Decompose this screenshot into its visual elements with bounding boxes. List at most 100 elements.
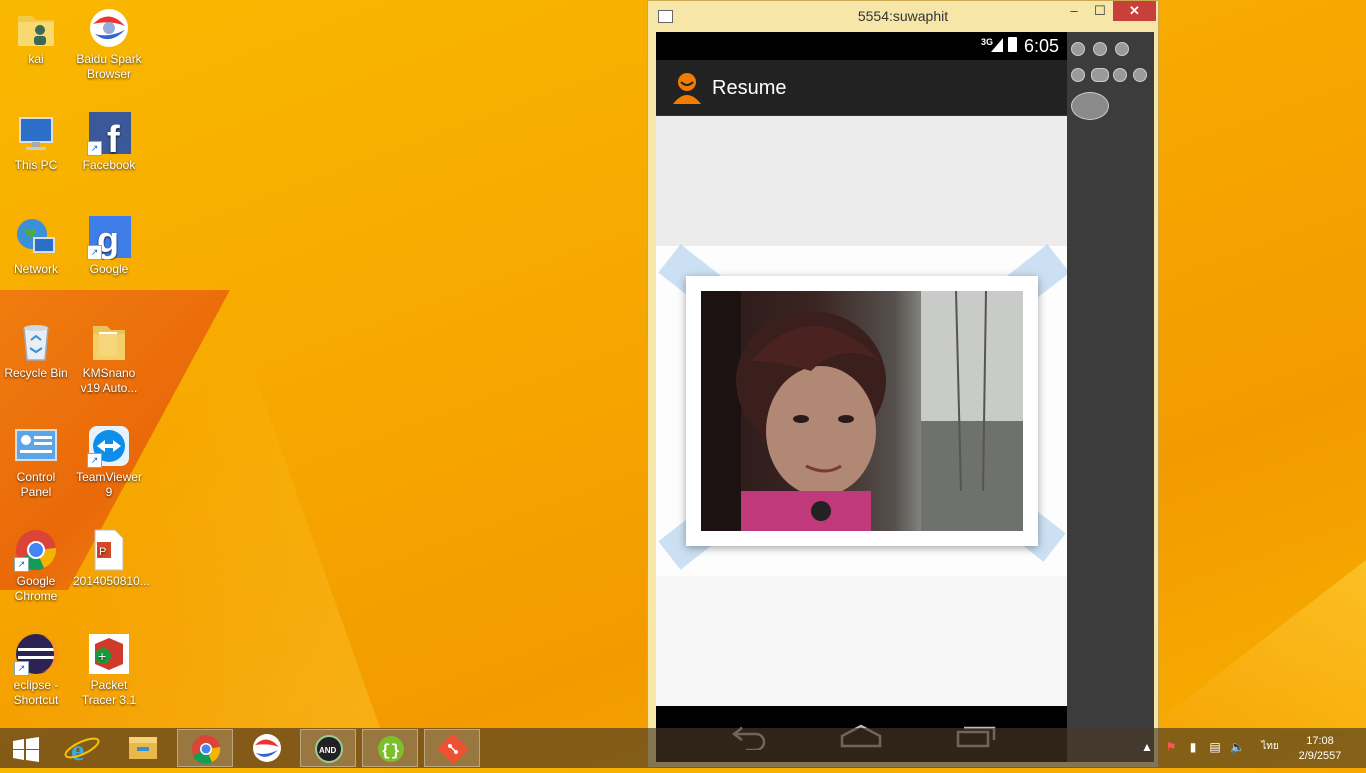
taskbar-git-app[interactable] — [424, 729, 480, 767]
search-hw-icon[interactable] — [1133, 68, 1147, 82]
status-time: 6:05 — [1024, 36, 1060, 56]
app-user-icon[interactable] — [671, 72, 703, 104]
network-status-icon[interactable]: ▤ — [1208, 740, 1222, 754]
action-center-icon[interactable]: ⚑ — [1164, 740, 1178, 754]
network-globe-icon — [14, 216, 58, 260]
desktop-icon-network[interactable]: Network — [0, 216, 72, 277]
desktop-icon-label: eclipse - Shortcut — [13, 678, 59, 707]
taskbar-clock[interactable]: 17:08 2/9/2557 — [1290, 734, 1350, 764]
computer-icon — [14, 112, 58, 156]
volume-up-icon[interactable] — [1093, 42, 1107, 56]
desktop-icon-packet-tracer[interactable]: + Packet Tracer 3.1 — [73, 632, 145, 708]
close-button[interactable]: ✕ — [1113, 1, 1156, 21]
photo-frame — [686, 276, 1038, 546]
volume-icon[interactable]: 🔈 — [1230, 740, 1245, 754]
show-hidden-icons-icon[interactable]: ▲ — [1140, 740, 1154, 754]
taskbar-internet-explorer[interactable]: e — [55, 729, 111, 767]
clock-time: 17:08 — [1306, 735, 1334, 747]
desktop-icon-label: KMSnano v19 Auto... — [80, 366, 138, 395]
start-button[interactable] — [0, 729, 50, 767]
shortcut-arrow-icon: ↗ — [87, 453, 102, 468]
profile-photo[interactable] — [701, 291, 1023, 531]
desktop-icon-label: 2014050810... — [73, 574, 150, 588]
desktop-icon-label: Google Chrome — [14, 574, 58, 603]
eclipse-icon: ↗ — [14, 632, 58, 676]
google-icon: g ↗ — [87, 216, 131, 260]
desktop-icon-teamviewer[interactable]: ↗ TeamViewer 9 — [73, 424, 145, 500]
desktop-icon-document[interactable]: P 2014050810... — [73, 528, 150, 589]
teamviewer-icon: ↗ — [87, 424, 131, 468]
minimize-button[interactable]: – — [1061, 1, 1087, 21]
shortcut-arrow-icon: ↗ — [14, 661, 29, 676]
desktop-icon-label: TeamViewer 9 — [76, 470, 142, 499]
shortcut-arrow-icon: ↗ — [87, 141, 102, 156]
app-action-bar: Resume — [656, 60, 1067, 116]
desktop-icon-facebook[interactable]: f ↗ Facebook — [73, 112, 145, 173]
power-status-icon[interactable]: ▮ — [1186, 740, 1200, 754]
facebook-icon: f ↗ — [87, 112, 131, 161]
emulator-controls-panel — [1067, 32, 1154, 762]
device-screen[interactable]: 3G 6:05 Resume — [656, 32, 1067, 762]
header-space — [656, 116, 1067, 246]
desktop-icon-label: Recycle Bin — [4, 366, 68, 380]
window-titlebar[interactable]: 5554:suwaphit – ☐ ✕ — [648, 1, 1158, 31]
desktop-icon-kai[interactable]: kai — [0, 6, 72, 67]
menu-hw-icon[interactable] — [1091, 68, 1109, 82]
volume-down-icon[interactable] — [1071, 42, 1085, 56]
shortcut-arrow-icon: ↗ — [14, 557, 29, 572]
home-hw-icon[interactable] — [1071, 68, 1085, 82]
back-hw-icon[interactable] — [1113, 68, 1127, 82]
desktop-icon-label: Baidu Spark Browser — [76, 52, 142, 81]
desktop-icon-label: Packet Tracer 3.1 — [81, 678, 137, 707]
app-title: Resume — [712, 77, 787, 99]
control-panel-icon — [14, 424, 58, 468]
taskbar: e AND {} ▲ ⚑ ▮ ▤ 🔈 ไทย 17:08 2/9/2557 — [0, 728, 1366, 768]
desktop-icon-baidu-browser[interactable]: Baidu Spark Browser — [73, 6, 145, 82]
folder-icon — [87, 320, 131, 364]
taskbar-file-explorer[interactable] — [115, 729, 171, 767]
desktop-icon-kmsnano[interactable]: KMSnano v19 Auto... — [73, 320, 145, 396]
input-language[interactable]: ไทย — [1258, 740, 1282, 754]
photo-card — [656, 244, 1067, 576]
svg-text:P: P — [99, 546, 106, 558]
battery-icon — [1008, 37, 1017, 52]
svg-text:+: + — [98, 648, 106, 664]
desktop-icon-label: This PC — [14, 158, 58, 172]
taskbar-android-emulator[interactable]: AND — [300, 729, 356, 767]
svg-text:{}: {} — [381, 742, 400, 760]
desktop-icon-google[interactable]: g ↗ Google — [73, 216, 145, 277]
signal-icon — [991, 38, 1003, 52]
document-icon: P — [87, 528, 131, 572]
desktop-icon-label: Facebook — [82, 158, 136, 172]
svg-text:f: f — [107, 119, 120, 156]
desktop-icon-label: Google — [89, 262, 129, 276]
emulator-window[interactable]: 5554:suwaphit – ☐ ✕ 3G 6:05 Resume — [647, 0, 1159, 768]
svg-text:AND: AND — [319, 746, 337, 755]
svg-text:e: e — [71, 734, 84, 767]
desktop-icon-eclipse[interactable]: ↗ eclipse - Shortcut — [0, 632, 72, 708]
user-folder-icon — [14, 6, 58, 50]
power-icon[interactable] — [1115, 42, 1129, 56]
desktop-icon-control-panel[interactable]: Control Panel — [0, 424, 72, 500]
shortcut-arrow-icon: ↗ — [87, 245, 102, 260]
wallpaper-shape — [1146, 560, 1366, 730]
app-content — [656, 116, 1067, 706]
desktop-icon-google-chrome[interactable]: ↗ Google Chrome — [0, 528, 72, 604]
baidu-spark-icon — [87, 6, 131, 50]
desktop-icon-recycle-bin[interactable]: Recycle Bin — [0, 320, 72, 381]
taskbar-brackets-app[interactable]: {} — [362, 729, 418, 767]
dpad-control[interactable] — [1071, 92, 1109, 120]
recycle-bin-icon — [14, 320, 58, 364]
desktop-icon-label: Network — [13, 262, 58, 276]
taskbar-baidu-browser[interactable] — [239, 729, 295, 767]
maximize-button[interactable]: ☐ — [1087, 1, 1113, 21]
packet-tracer-icon: + — [87, 632, 131, 676]
desktop-icon-label: kai — [28, 52, 44, 66]
android-status-bar: 3G 6:05 — [656, 32, 1067, 60]
system-tray: ▲ ⚑ ▮ ▤ 🔈 ไทย 17:08 2/9/2557 — [1136, 728, 1366, 768]
desktop-icon-label: Control Panel — [16, 470, 56, 499]
desktop-icon-this-pc[interactable]: This PC — [0, 112, 72, 173]
taskbar-google-chrome[interactable] — [177, 729, 233, 767]
clock-date: 2/9/2557 — [1298, 750, 1342, 762]
chrome-icon: ↗ — [14, 528, 58, 572]
